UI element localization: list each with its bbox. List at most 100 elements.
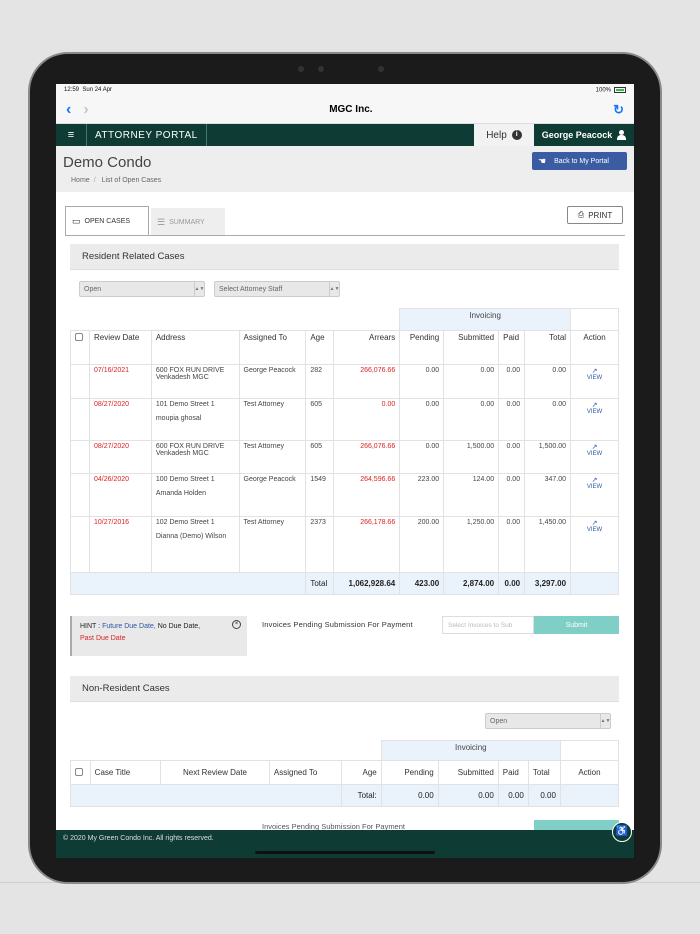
view-label: VIEW xyxy=(586,451,603,457)
col-total: Total xyxy=(524,330,572,365)
tab-summary-label: SUMMARY xyxy=(169,218,205,226)
col-age: Age xyxy=(305,330,335,365)
total-submitted: 0.00 xyxy=(437,784,499,807)
content-layer: ▭ OPEN CASES ☰ SUMMARY ⎙ PRINT Resident … xyxy=(56,0,634,858)
resident-name: Amanda Holden xyxy=(155,490,207,497)
col-case-title: Case Title xyxy=(89,760,162,785)
non-resident-status-select[interactable]: Open ▲▼ xyxy=(485,713,611,729)
total-paid: 0.00 xyxy=(497,784,529,807)
col-review-date: Review Date xyxy=(88,330,152,365)
address-line: 102 Demo Street 1 xyxy=(155,519,215,526)
arrears: 264,596.66 xyxy=(333,473,401,517)
total: 0.00 xyxy=(524,398,572,441)
select-caret-icon: ▲▼ xyxy=(194,282,204,296)
table-row: 10/27/2016 102 Demo Street 1 Dianna (Demo… xyxy=(70,516,619,573)
resident-name: Venkadesh MGC xyxy=(155,450,209,457)
col-age: Age xyxy=(341,760,382,785)
submitted: 0.00 xyxy=(443,398,500,441)
totals-label: Total xyxy=(305,572,335,595)
col-total: Total xyxy=(527,760,561,785)
invoice-select-input[interactable]: Select Invoices to Sub xyxy=(442,616,534,634)
age: 2373 xyxy=(305,516,335,573)
col-action: Action xyxy=(570,330,619,365)
hint-past: Past Due Date xyxy=(80,635,126,642)
arrears: 0.00 xyxy=(333,398,401,441)
resident-name: moupia ghosal xyxy=(155,415,202,422)
table-row: 04/26/2020 100 Demo Street 1 Amanda Holde… xyxy=(70,473,619,517)
view-link[interactable]: ↗ VIEW xyxy=(570,440,619,474)
review-date: 07/16/2021 xyxy=(88,364,152,399)
printer-icon: ⎙ xyxy=(577,210,585,219)
status-filter-select[interactable]: Open ▲▼ xyxy=(79,281,205,297)
total-pending: 423.00 xyxy=(399,572,445,595)
col-address: Address xyxy=(150,330,240,365)
submitted: 1,500.00 xyxy=(443,440,500,474)
address: 102 Demo Street 1 Dianna (Demo) Wilson xyxy=(150,516,240,573)
paid: 0.00 xyxy=(498,516,526,573)
pending: 223.00 xyxy=(399,473,445,517)
attorney-staff-value: Select Attorney Staff xyxy=(219,285,283,293)
total: 0.00 xyxy=(524,364,572,399)
non-resident-cases-table: Invoicing Case Title Next Review Date As… xyxy=(69,740,620,807)
tab-summary[interactable]: ☰ SUMMARY xyxy=(151,208,225,236)
submit-button-obscured[interactable] xyxy=(534,820,619,830)
view-link[interactable]: ↗ VIEW xyxy=(570,364,619,399)
due-date-hint: HINT : Future Due Date, No Due Date, Pas… xyxy=(70,616,247,656)
paid: 0.00 xyxy=(498,440,526,474)
table-row: 08/27/2020 101 Demo Street 1 moupia ghosa… xyxy=(70,398,619,441)
view-link[interactable]: ↗ VIEW xyxy=(570,516,619,573)
print-button[interactable]: ⎙ PRINT xyxy=(567,206,623,224)
select-all-checkbox[interactable] xyxy=(75,333,83,341)
close-icon[interactable]: × xyxy=(232,620,241,629)
select-caret-icon: ▲▼ xyxy=(329,282,339,296)
col-submitted: Submitted xyxy=(443,330,500,365)
address: 101 Demo Street 1 moupia ghosal xyxy=(150,398,240,441)
address: 600 FOX RUN DRIVE Venkadesh MGC xyxy=(150,364,240,399)
col-pending: Pending xyxy=(380,760,439,785)
totals-row: Total 1,062,928.64 423.00 2,874.00 0.00 … xyxy=(69,572,619,595)
view-link[interactable]: ↗ VIEW xyxy=(570,398,619,441)
external-link-icon: ↗ xyxy=(591,520,598,527)
pending-submission-label: Invoices Pending Submission For Payment xyxy=(262,620,413,629)
assigned-to: Test Attorney xyxy=(238,398,307,441)
assigned-to: George Peacock xyxy=(238,473,307,517)
totals-row: Total: 0.00 0.00 0.00 0.00 xyxy=(69,784,620,807)
external-link-icon: ↗ xyxy=(591,477,598,484)
col-assigned-to: Assigned To xyxy=(268,760,343,785)
pending: 0.00 xyxy=(399,398,445,441)
submitted: 1,250.00 xyxy=(443,516,500,573)
review-date: 08/27/2020 xyxy=(88,440,152,474)
hint-prefix: HINT : xyxy=(80,623,101,630)
arrears: 266,178.66 xyxy=(333,516,401,573)
address-line: 600 FOX RUN DRIVE xyxy=(155,367,225,374)
review-date: 08/27/2020 xyxy=(88,398,152,441)
age: 605 xyxy=(305,398,335,441)
submitted: 124.00 xyxy=(443,473,500,517)
total-arrears: 1,062,928.64 xyxy=(333,572,401,595)
table-row: 08/27/2020 600 FOX RUN DRIVE Venkadesh MG… xyxy=(70,440,619,474)
tab-open-cases[interactable]: ▭ OPEN CASES xyxy=(65,206,149,236)
arrears: 266,076.66 xyxy=(333,364,401,399)
address-line: 100 Demo Street 1 xyxy=(155,476,215,483)
review-date: 10/27/2016 xyxy=(88,516,152,573)
view-label: VIEW xyxy=(586,409,603,415)
submitted: 0.00 xyxy=(443,364,500,399)
copyright-text: © 2020 My Green Condo Inc. All rights re… xyxy=(63,835,214,842)
external-link-icon: ↗ xyxy=(591,444,598,451)
attorney-staff-select[interactable]: Select Attorney Staff ▲▼ xyxy=(214,281,340,297)
invoicing-header: Invoicing xyxy=(399,308,572,331)
view-link[interactable]: ↗ VIEW xyxy=(570,473,619,517)
assigned-to: Test Attorney xyxy=(238,516,307,573)
col-action: Action xyxy=(559,760,620,785)
col-next-review-date: Next Review Date xyxy=(160,760,270,785)
accessibility-icon[interactable]: ♿ xyxy=(612,822,632,842)
non-resident-status-value: Open xyxy=(490,717,508,725)
resident-section-header: Resident Related Cases xyxy=(70,244,619,270)
col-assigned-to: Assigned To xyxy=(238,330,307,365)
submit-button[interactable]: Submit xyxy=(534,616,619,634)
select-all-checkbox[interactable] xyxy=(75,767,83,776)
total: 1,450.00 xyxy=(524,516,572,573)
total-total: 3,297.00 xyxy=(524,572,572,595)
address: 100 Demo Street 1 Amanda Holden xyxy=(150,473,240,517)
paid: 0.00 xyxy=(498,364,526,399)
